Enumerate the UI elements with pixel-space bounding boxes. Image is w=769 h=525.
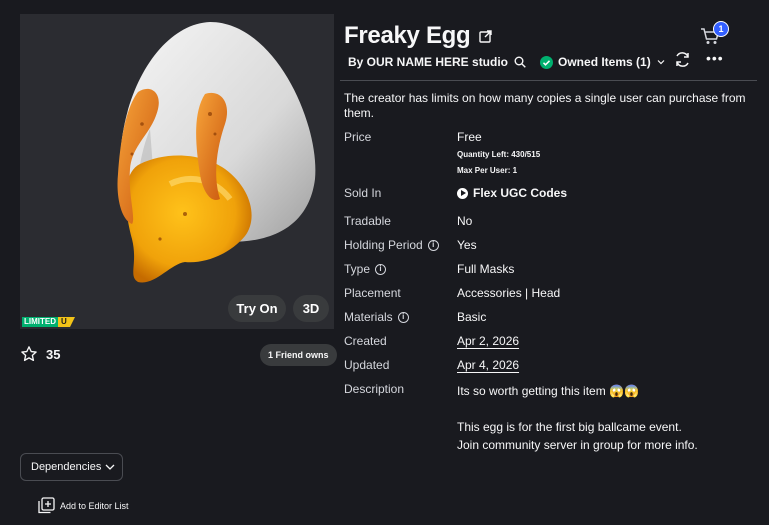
- placement-label: Placement: [344, 286, 401, 300]
- friends-own-badge[interactable]: 1 Friend owns: [260, 344, 337, 366]
- favorite-count: 35: [46, 346, 61, 362]
- creator-link[interactable]: By OUR NAME HERE studio: [348, 55, 526, 69]
- meta-row: By OUR NAME HERE studio Owned Items (1): [348, 55, 666, 69]
- sold-in-label: Sold In: [344, 186, 382, 200]
- creator-name: By OUR NAME HERE studio: [348, 55, 509, 69]
- materials-value: Basic: [457, 310, 487, 324]
- materials-label: Materials: [344, 310, 393, 324]
- price-label: Price: [344, 130, 372, 144]
- limited-unique-label: U: [58, 317, 75, 327]
- item-details-page: LIMITED U Try On 3D 35 1 Friend owns Dep…: [0, 0, 769, 525]
- item-thumbnail: LIMITED U Try On 3D: [20, 14, 334, 329]
- created-date: Apr 2, 2026: [457, 334, 520, 348]
- type-row-label: Type i: [344, 262, 387, 276]
- description-label: Description: [344, 382, 405, 396]
- check-circle-icon: [540, 55, 554, 69]
- price-value: Free: [457, 130, 482, 144]
- type-value: Full Masks: [457, 262, 515, 276]
- sold-in-link[interactable]: Flex UGC Codes: [457, 186, 567, 200]
- info-icon[interactable]: i: [375, 263, 387, 275]
- description-line: This egg is for the first big ballcame e…: [457, 420, 682, 434]
- updated-label: Updated: [344, 358, 390, 372]
- info-icon[interactable]: i: [427, 239, 439, 251]
- sold-in-value: Flex UGC Codes: [473, 186, 568, 200]
- owned-items-label: Owned Items (1): [558, 55, 651, 69]
- add-to-editor-list-label: Add to Editor List: [60, 500, 129, 511]
- play-icon: [457, 187, 468, 199]
- cart-count-badge: 1: [713, 21, 729, 37]
- holding-period-value: Yes: [457, 238, 477, 252]
- add-list-icon: [38, 497, 55, 514]
- placement-value: Accessories | Head: [457, 286, 561, 300]
- star-icon: [21, 346, 37, 362]
- purchase-limit-notice: The creator has limits on how many copie…: [344, 91, 746, 120]
- header-divider: [340, 80, 757, 81]
- add-to-editor-list-button[interactable]: Add to Editor List: [38, 497, 129, 514]
- max-per-user: Max Per User: 1: [457, 166, 518, 175]
- 3d-button[interactable]: 3D: [293, 295, 329, 322]
- chevron-down-icon: [657, 60, 665, 65]
- chevron-down-icon: [105, 464, 115, 470]
- limited-badge: LIMITED U: [22, 317, 75, 327]
- info-icon[interactable]: i: [397, 311, 409, 323]
- more-options-icon[interactable]: •••: [706, 50, 724, 66]
- owned-items-dropdown[interactable]: Owned Items (1): [540, 55, 666, 69]
- quantity-left: Quantity Left: 430/515: [457, 150, 541, 159]
- item-title: Freaky Egg: [344, 22, 471, 49]
- limited-label: LIMITED: [22, 317, 58, 327]
- external-link-icon[interactable]: [479, 29, 493, 43]
- type-label: Type: [344, 262, 371, 276]
- egg-image: [117, 22, 316, 283]
- refresh-icon[interactable]: [674, 51, 691, 68]
- dependencies-dropdown[interactable]: Dependencies: [20, 453, 123, 481]
- title-row: Freaky Egg: [344, 22, 493, 50]
- holding-period-row-label: Holding Period i: [344, 238, 439, 252]
- try-on-button[interactable]: Try On: [228, 295, 286, 322]
- favorite-button[interactable]: 35: [20, 345, 60, 363]
- holding-period-label: Holding Period: [344, 238, 423, 252]
- description-text: Its so worth getting this item 😱😱 This e…: [457, 382, 757, 454]
- description-line: Join community server in group for more …: [457, 438, 698, 452]
- created-label: Created: [344, 334, 387, 348]
- description-line: Its so worth getting this item 😱😱: [457, 384, 639, 398]
- updated-date: Apr 4, 2026: [457, 358, 520, 372]
- materials-row-label: Materials i: [344, 310, 409, 324]
- tradable-value: No: [457, 214, 473, 228]
- search-icon[interactable]: [514, 56, 526, 68]
- tradable-label: Tradable: [344, 214, 391, 228]
- dependencies-label: Dependencies: [31, 461, 102, 473]
